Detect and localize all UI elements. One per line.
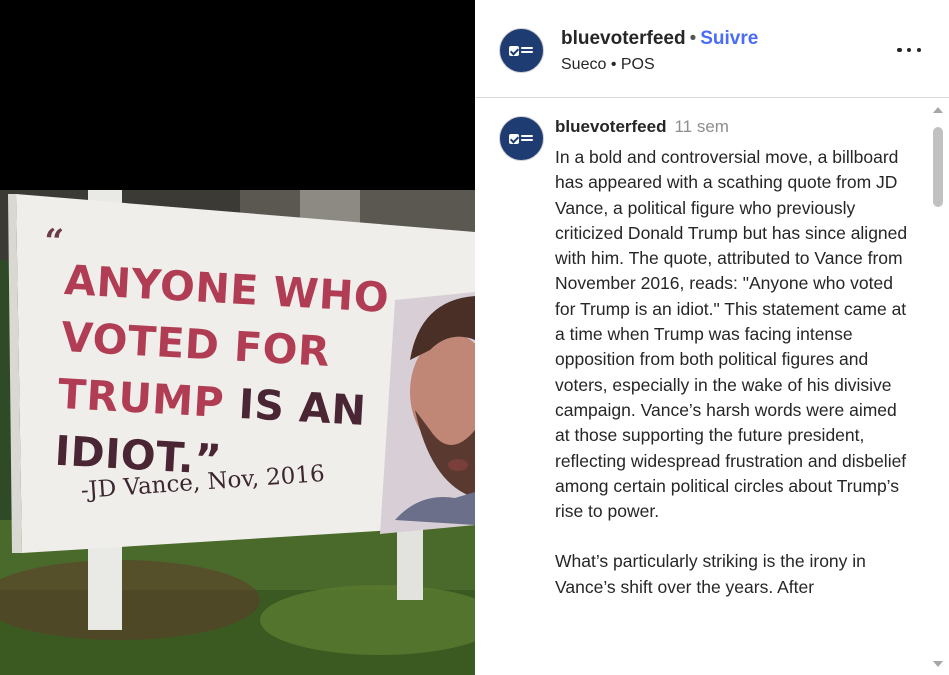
caption-paragraph-1: In a bold and controversial move, a bill…	[555, 147, 908, 522]
caption-timestamp[interactable]: 11 sem	[674, 117, 729, 136]
billboard-photo	[0, 0, 475, 675]
blue-voter-feed-logo-icon[interactable]	[499, 28, 544, 73]
caption-username[interactable]: bluevoterfeed	[555, 117, 666, 136]
post-image[interactable]: “ ANYONE WHO VOTED FOR TRUMP IS AN IDIOT…	[0, 0, 475, 675]
post-panel: bluevoterfeed • Suivre Sueco • POS bluevot…	[475, 6, 949, 675]
caption-text: In a bold and controversial move, a bill…	[555, 145, 915, 625]
scroll-up-arrow-icon[interactable]	[933, 107, 943, 113]
caption-paragraph-2: What’s particularly striking is the iron…	[555, 551, 866, 597]
scrollbar[interactable]	[931, 99, 945, 675]
caption-header: bluevoterfeed 11 sem	[555, 117, 729, 137]
header-location[interactable]: Sueco • POS	[561, 56, 655, 74]
follow-button[interactable]: Suivre	[700, 28, 758, 49]
header-separator: •	[689, 28, 697, 49]
post-header: bluevoterfeed • Suivre Sueco • POS	[475, 6, 949, 98]
header-username[interactable]: bluevoterfeed	[561, 28, 686, 49]
comments-area[interactable]: bluevoterfeed 11 sem In a bold and contro…	[475, 99, 949, 675]
header-user-line: bluevoterfeed • Suivre	[561, 28, 758, 50]
scroll-down-arrow-icon[interactable]	[933, 661, 943, 667]
caption-avatar-icon[interactable]	[499, 116, 544, 161]
scrollbar-thumb[interactable]	[933, 127, 943, 207]
more-options-icon[interactable]	[897, 42, 921, 58]
